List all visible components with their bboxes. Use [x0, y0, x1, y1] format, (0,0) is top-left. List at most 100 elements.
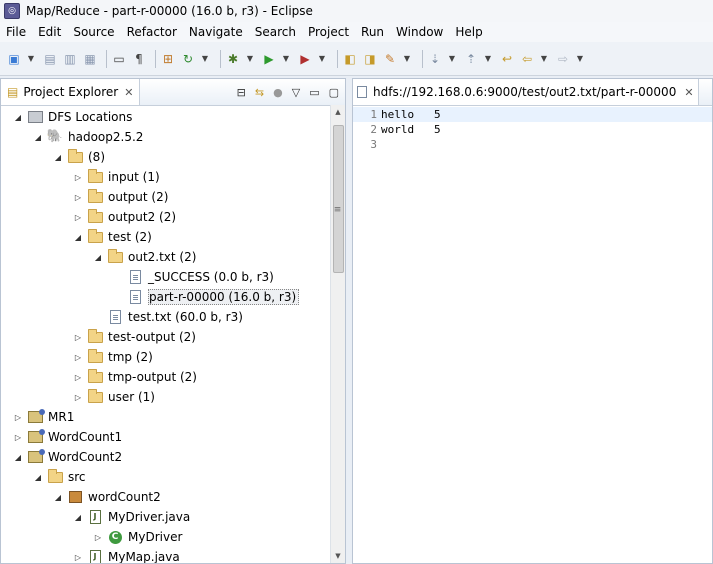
collapsed-twisty-icon[interactable]: ▷ — [73, 393, 83, 402]
tree-item-dfs-locations[interactable]: ◢ DFS Locations — [13, 107, 132, 127]
pen-icon[interactable]: ✎ — [382, 51, 398, 67]
chevron-down-icon[interactable]: ▼ — [575, 51, 585, 67]
chevron-down-icon[interactable]: ▼ — [200, 51, 210, 67]
collapsed-twisty-icon[interactable]: ▷ — [93, 533, 103, 542]
debug-icon[interactable]: ✱ — [225, 51, 241, 67]
link-with-editor-icon[interactable]: ⇆ — [255, 86, 264, 99]
maximize-icon[interactable]: ▢ — [329, 86, 339, 99]
tree-item-label: tmp-output (2) — [108, 370, 197, 384]
view-menu-icon[interactable]: ▽ — [292, 86, 300, 99]
tree-item-out2-txt[interactable]: ◢ out2.txt (2) — [93, 247, 196, 267]
tree-item-label: test.txt (60.0 b, r3) — [128, 310, 243, 324]
menu-navigate[interactable]: Navigate — [183, 25, 249, 39]
last-edit-icon[interactable]: ↩ — [499, 51, 515, 67]
collapsed-twisty-icon[interactable]: ▷ — [73, 173, 83, 182]
open-folder-icon[interactable]: ◨ — [362, 51, 378, 67]
tree-item-tmp-output[interactable]: ▷ tmp-output (2) — [73, 367, 197, 387]
minimize-icon[interactable]: ▭ — [309, 86, 319, 99]
close-icon[interactable]: ✕ — [124, 86, 133, 99]
tree-item-mr1[interactable]: ▷ MR1 — [13, 407, 74, 427]
tree-item-tmp[interactable]: ▷ tmp (2) — [73, 347, 153, 367]
menu-search[interactable]: Search — [249, 25, 302, 39]
tab-part-r-00000[interactable]: hdfs://192.168.0.6:9000/test/out2.txt/pa… — [353, 79, 699, 105]
expanded-twisty-icon[interactable]: ◢ — [93, 253, 103, 262]
tree-item-success[interactable]: _SUCCESS (0.0 b, r3) — [127, 267, 274, 287]
run-icon[interactable]: ▶ — [261, 51, 277, 67]
tree-item-mydriver-class[interactable]: ▷ C MyDriver — [93, 527, 182, 547]
collapsed-twisty-icon[interactable]: ▷ — [73, 553, 83, 562]
expanded-twisty-icon[interactable]: ◢ — [33, 473, 43, 482]
tree-item-mymap-java[interactable]: ▷ J MyMap.java — [73, 547, 180, 563]
menu-refactor[interactable]: Refactor — [121, 25, 183, 39]
editor-text[interactable]: 1 hello 5 2 world 5 3 — [353, 107, 712, 563]
tree-item-root-folder[interactable]: ◢ (8) — [53, 147, 105, 167]
tree-item-user[interactable]: ▷ user (1) — [73, 387, 155, 407]
chevron-down-icon[interactable]: ▼ — [26, 51, 36, 67]
menu-edit[interactable]: Edit — [32, 25, 67, 39]
expanded-twisty-icon[interactable]: ◢ — [13, 113, 23, 122]
expanded-twisty-icon[interactable]: ◢ — [13, 453, 23, 462]
expanded-twisty-icon[interactable]: ◢ — [53, 493, 63, 502]
collapsed-twisty-icon[interactable]: ▷ — [73, 353, 83, 362]
collapsed-twisty-icon[interactable]: ▷ — [73, 193, 83, 202]
save-icon[interactable]: ▤ — [42, 51, 58, 67]
terminal-icon[interactable]: ▭ — [111, 51, 127, 67]
chevron-down-icon[interactable]: ▼ — [539, 51, 549, 67]
tree-item-package-wordcount2[interactable]: ◢ wordCount2 — [53, 487, 161, 507]
next-annotation-icon[interactable]: ⇣ — [427, 51, 443, 67]
menu-file[interactable]: File — [0, 25, 32, 39]
project-explorer-scrollbar[interactable]: ▲ ≡ ▼ — [330, 105, 345, 563]
new-icon[interactable]: ▣ — [6, 51, 22, 67]
collapsed-twisty-icon[interactable]: ▷ — [73, 333, 83, 342]
collapsed-twisty-icon[interactable]: ▷ — [13, 413, 23, 422]
chevron-down-icon[interactable]: ▼ — [483, 51, 493, 67]
expanded-twisty-icon[interactable]: ◢ — [33, 133, 43, 142]
tree-item-output2[interactable]: ▷ output2 (2) — [73, 207, 176, 227]
tree-item-wordcount1[interactable]: ▷ WordCount1 — [13, 427, 122, 447]
back-icon[interactable]: ⇦ — [519, 51, 535, 67]
collapsed-twisty-icon[interactable]: ▷ — [13, 433, 23, 442]
external-tools-icon[interactable]: ▶ — [297, 51, 313, 67]
scroll-up-icon[interactable]: ▲ — [331, 105, 345, 119]
chevron-down-icon[interactable]: ▼ — [402, 51, 412, 67]
expanded-twisty-icon[interactable]: ◢ — [73, 233, 83, 242]
scroll-down-icon[interactable]: ▼ — [331, 549, 345, 563]
tree-item-mydriver-java[interactable]: ◢ J MyDriver.java — [73, 507, 190, 527]
expanded-twisty-icon[interactable]: ◢ — [53, 153, 63, 162]
tree-item-output[interactable]: ▷ output (2) — [73, 187, 168, 207]
expanded-twisty-icon[interactable]: ◢ — [73, 513, 83, 522]
collapsed-twisty-icon[interactable]: ▷ — [73, 213, 83, 222]
tree-item-test[interactable]: ◢ test (2) — [73, 227, 152, 247]
menu-source[interactable]: Source — [67, 25, 120, 39]
chevron-down-icon[interactable]: ▼ — [447, 51, 457, 67]
paragraph-icon[interactable]: ¶ — [131, 51, 147, 67]
tree-item-input[interactable]: ▷ input (1) — [73, 167, 160, 187]
print-icon[interactable]: ▦ — [82, 51, 98, 67]
scrollbar-thumb[interactable] — [333, 125, 344, 273]
refresh-icon[interactable]: ↻ — [180, 51, 196, 67]
chevron-down-icon[interactable]: ▼ — [245, 51, 255, 67]
chevron-down-icon[interactable]: ▼ — [317, 51, 327, 67]
menu-help[interactable]: Help — [449, 25, 488, 39]
tree-item-part-r-00000[interactable]: part-r-00000 (16.0 b, r3) — [127, 287, 300, 307]
collapsed-twisty-icon[interactable]: ▷ — [73, 373, 83, 382]
toolbar-separator — [337, 49, 338, 68]
tree-item-test-output[interactable]: ▷ test-output (2) — [73, 327, 196, 347]
new-package-icon[interactable]: ⊞ — [160, 51, 176, 67]
tree-item-hadoop[interactable]: ◢ 🐘 hadoop2.5.2 — [33, 127, 144, 147]
open-type-icon[interactable]: ◧ — [342, 51, 358, 67]
tab-project-explorer[interactable]: ▤ Project Explorer ✕ — [1, 79, 141, 105]
menu-window[interactable]: Window — [390, 25, 449, 39]
forward-icon[interactable]: ⇨ — [555, 51, 571, 67]
chevron-down-icon[interactable]: ▼ — [281, 51, 291, 67]
menu-run[interactable]: Run — [355, 25, 390, 39]
tree-item-test-txt[interactable]: test.txt (60.0 b, r3) — [107, 307, 243, 327]
menu-project[interactable]: Project — [302, 25, 355, 39]
tree-item-wordcount2[interactable]: ◢ WordCount2 — [13, 447, 122, 467]
filter-icon[interactable]: ● — [273, 86, 283, 99]
previous-annotation-icon[interactable]: ⇡ — [463, 51, 479, 67]
close-icon[interactable]: ✕ — [684, 86, 693, 99]
save-all-icon[interactable]: ▥ — [62, 51, 78, 67]
collapse-all-icon[interactable]: ⊟ — [237, 86, 246, 99]
tree-item-src[interactable]: ◢ src — [33, 467, 86, 487]
